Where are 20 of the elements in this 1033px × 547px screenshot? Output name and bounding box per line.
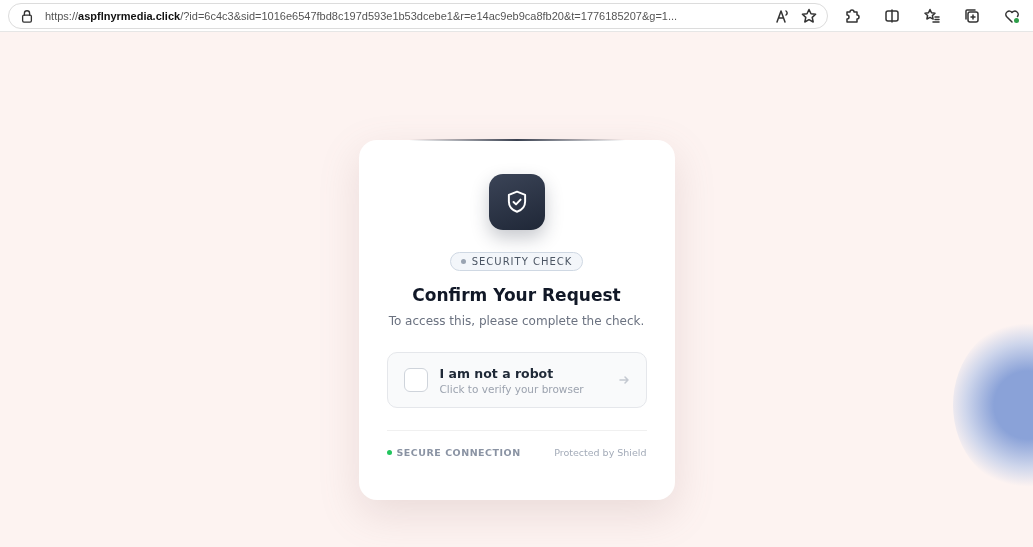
read-aloud-icon[interactable] (775, 7, 791, 24)
favorites-icon[interactable] (924, 7, 940, 24)
collections-icon[interactable] (964, 7, 980, 24)
captcha-hint: Click to verify your browser (439, 382, 585, 395)
split-screen-icon[interactable] (884, 7, 900, 24)
lock-icon (19, 7, 35, 24)
puzzle-icon[interactable] (844, 7, 860, 24)
provider-text: Protected by Shield (554, 447, 647, 458)
security-badge: SECURITY CHECK (449, 252, 584, 271)
captcha-checkbox[interactable] (403, 368, 428, 392)
captcha-label: I am not a robot (439, 365, 555, 381)
health-heart-icon[interactable] (1004, 7, 1020, 24)
card-title: Confirm Your Request (412, 285, 621, 305)
card-subtitle: To access this, please complete the check. (388, 314, 645, 328)
status-dot (386, 450, 392, 455)
star-icon[interactable] (801, 7, 817, 24)
url-text: https://aspflnyrmedia.click/?id=6c4c3&sid=1016e6547fbd8c197d593e1b53dcebe1&r=e14ac9eb9ca8fb20&t=1776185207&g=1... (45, 9, 679, 22)
status-text: SECURE CONNECTION (396, 447, 521, 458)
captcha-button[interactable]: I am not a robot Click to verify your browser (386, 352, 647, 408)
shield-logo (488, 174, 545, 230)
